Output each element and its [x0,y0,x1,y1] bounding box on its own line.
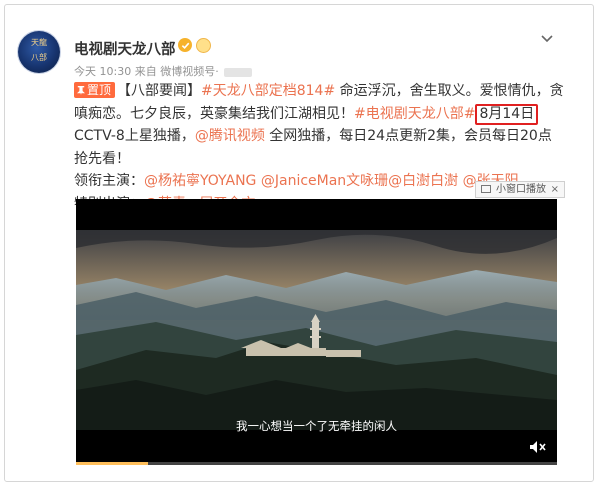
post-time[interactable]: 今天 10:30 [74,65,131,78]
mute-speaker-icon[interactable] [528,438,546,456]
text-segment: CCTV-8上星独播， [74,128,195,144]
pin-icon [77,86,85,95]
hashtag-link[interactable]: #天龙八部定档814# [201,83,335,99]
source-redacted [224,67,253,77]
mini-window-icon [481,185,491,193]
mention-link[interactable]: @杨祐寧YOYANG [144,173,256,189]
video-progress-fill [76,462,149,465]
hashtag-link[interactable]: #电视剧天龙八部# [354,106,475,122]
video-frame-landscape [76,230,557,430]
mini-player-button[interactable]: 小窗口播放 × [475,181,565,198]
pinned-badge: 置顶 [74,82,116,98]
post-meta: 今天 10:30 来自 微博视频号· [74,63,253,79]
member-badge-icon[interactable] [196,38,211,53]
video-progress-bar[interactable] [76,462,557,465]
close-icon[interactable]: × [551,182,559,197]
avatar[interactable]: 天龍 八部 [18,31,60,73]
video-player[interactable]: 我一心想当一个了无牵挂的闲人 [76,199,557,465]
video-subtitle: 我一心想当一个了无牵挂的闲人 [236,419,397,433]
avatar-logo-text: 天龍 八部 [31,38,47,62]
chevron-down-icon[interactable] [539,30,555,46]
mention-link[interactable]: @腾讯视频 [195,128,265,144]
mention-link[interactable]: @JaniceMan文咏珊 [261,173,388,189]
text-segment: 【八部要闻】 [117,83,202,99]
username[interactable]: 电视剧天龙八部 [74,38,176,59]
verified-icon [178,38,192,52]
mention-link[interactable]: @白澍白澍 [388,173,458,189]
highlighted-date: 8月14日 [475,103,539,125]
post-source: 来自 微博视频号· [134,65,219,78]
lead-cast-label: 领衔主演： [74,173,144,189]
